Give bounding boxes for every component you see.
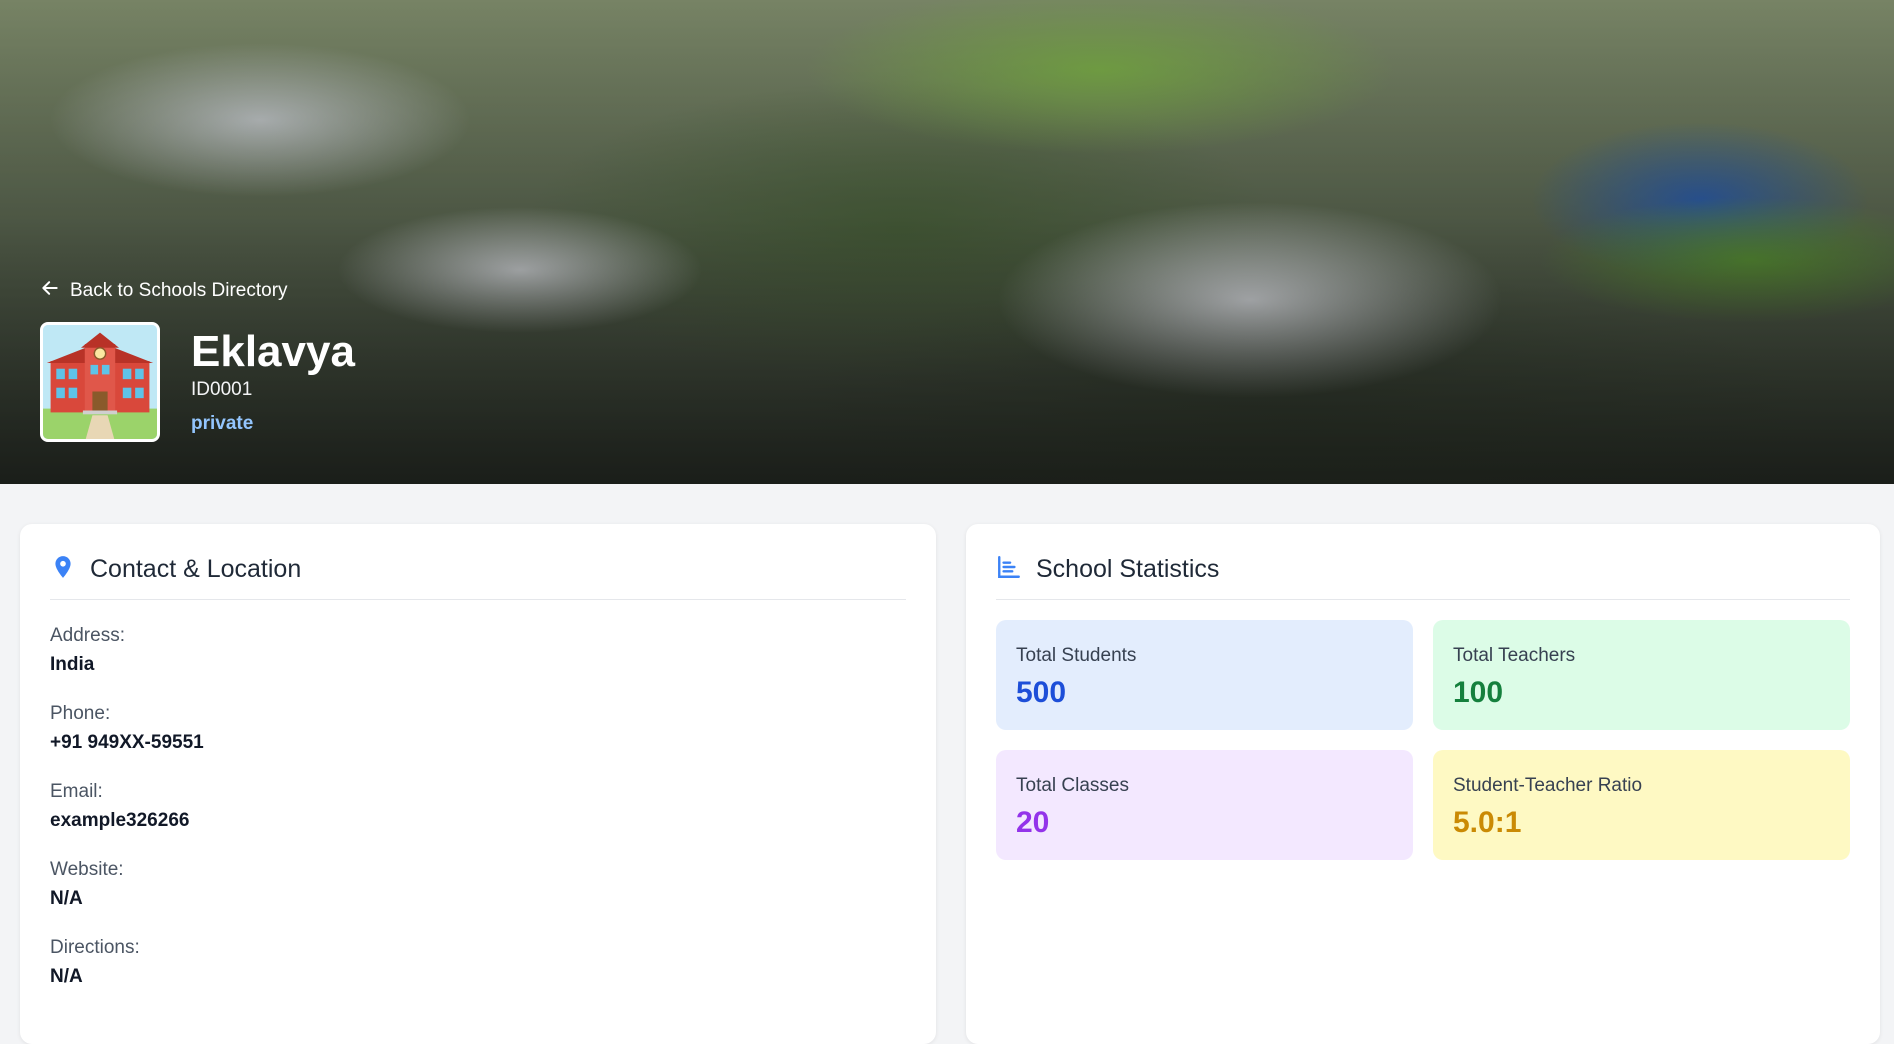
school-statistics-card: School Statistics Total Students 500 Tot… <box>966 524 1880 1044</box>
field-label: Phone: <box>50 703 111 724</box>
stats-card-header: School Statistics <box>996 554 1850 600</box>
stat-value: 20 <box>1016 806 1050 839</box>
stat-total-classes: Total Classes 20 <box>996 750 1413 860</box>
map-pin-icon <box>50 554 76 585</box>
stats-card-title: School Statistics <box>1036 555 1220 583</box>
email-field: Email: example326266 <box>50 780 906 834</box>
stat-value: 5.0:1 <box>1453 806 1522 839</box>
field-label: Email: <box>50 781 103 802</box>
arrow-left-icon <box>40 278 60 304</box>
directions-value: N/A <box>50 966 83 987</box>
back-to-directory-link[interactable]: Back to Schools Directory <box>40 278 355 304</box>
field-label: Address: <box>50 625 125 646</box>
school-header: Eklavya ID0001 private <box>40 322 355 442</box>
contact-card-title: Contact & Location <box>90 555 302 583</box>
stat-label: Total Students <box>1016 645 1137 666</box>
email-value: example326266 <box>50 810 190 831</box>
address-value: India <box>50 654 95 675</box>
address-field: Address: India <box>50 624 906 678</box>
website-value: N/A <box>50 888 83 909</box>
school-name: Eklavya <box>191 327 355 376</box>
stat-total-teachers: Total Teachers 100 <box>1433 620 1850 730</box>
stat-label: Total Classes <box>1016 775 1129 796</box>
bar-chart-icon <box>996 554 1022 585</box>
stat-value: 100 <box>1453 676 1504 709</box>
contact-location-card: Contact & Location Address: India Phone:… <box>20 524 936 1044</box>
hero-content: Back to Schools Directory Eklavya ID0001… <box>40 278 355 442</box>
directions-field: Directions: N/A <box>50 936 906 990</box>
stats-grid: Total Students 500 Total Teachers 100 To… <box>996 620 1850 860</box>
school-logo <box>40 322 160 442</box>
contact-card-header: Contact & Location <box>50 554 906 600</box>
stat-student-teacher-ratio: Student-Teacher Ratio 5.0:1 <box>1433 750 1850 860</box>
field-label: Directions: <box>50 937 140 958</box>
field-label: Website: <box>50 859 124 880</box>
school-id: ID0001 <box>191 379 253 400</box>
stat-label: Student-Teacher Ratio <box>1453 775 1643 796</box>
stat-total-students: Total Students 500 <box>996 620 1413 730</box>
hero-banner: Back to Schools Directory Eklavya ID0001… <box>0 0 1894 484</box>
stat-label: Total Teachers <box>1453 645 1576 666</box>
school-meta: Eklavya ID0001 private <box>191 322 355 436</box>
phone-value: +91 949XX-59551 <box>50 732 204 753</box>
phone-field: Phone: +91 949XX-59551 <box>50 702 906 756</box>
back-link-label: Back to Schools Directory <box>70 280 288 301</box>
stat-value: 500 <box>1016 676 1067 709</box>
website-field: Website: N/A <box>50 858 906 912</box>
school-type-badge: private <box>191 413 254 434</box>
